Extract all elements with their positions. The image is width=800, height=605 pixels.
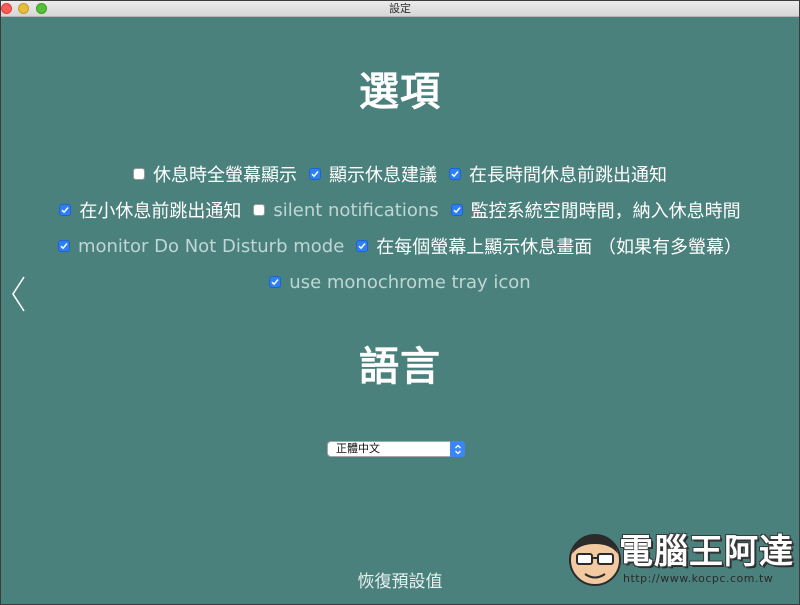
option-label: 顯示休息建議 [329,165,437,186]
checkbox-checked[interactable] [269,276,282,288]
title-bar[interactable]: 設定 [1,1,799,17]
options-row: monitor Do Not Disturb mode 在每個螢幕上顯示休息畫面 … [1,228,799,264]
option-label: 休息時全螢幕顯示 [153,165,297,186]
option-label: 在每個螢幕上顯示休息畫面 （如果有多螢幕） [376,237,743,258]
option-item[interactable]: 在小休息前跳出通知 [59,197,241,223]
option-item[interactable]: use monochrome tray icon [269,271,531,293]
checkbox-checked[interactable] [356,240,369,252]
checkbox-unchecked[interactable] [133,168,145,180]
watermark-url-text: http://www.kocpc.com.tw [623,572,774,585]
options-section-title: 選項 [359,69,441,115]
options-row: use monochrome tray icon [1,264,799,300]
mascot-face-icon [569,534,621,586]
settings-window: 設定 選項 休息時全螢幕顯示 顯示休息建議 在長時間休息前跳出通知在小休息前跳出通知… [0,0,800,605]
option-item[interactable]: monitor Do Not Disturb mode [57,235,345,257]
watermark-logo: 電腦王阿達 http://www.kocpc.com.tw [567,522,793,596]
watermark-brand-text: 電腦王阿達 [619,532,794,572]
checkbox-unchecked[interactable] [253,204,266,216]
option-item[interactable]: 在長時間休息前跳出通知 [449,161,667,187]
option-label: silent notifications [273,199,439,221]
option-item[interactable]: 顯示休息建議 [309,161,437,187]
option-item[interactable]: 休息時全螢幕顯示 [133,161,297,187]
language-section-title: 語言 [359,344,441,390]
checkbox-checked[interactable] [449,168,461,180]
checkbox-checked[interactable] [309,168,321,180]
checkbox-checked[interactable] [450,204,463,216]
language-select-value: 正體中文 [336,442,380,455]
option-item[interactable]: 監控系統空閒時間，納入休息時間 [450,197,741,223]
window-title: 設定 [389,2,411,15]
options-row: 休息時全螢幕顯示 顯示休息建議 在長時間休息前跳出通知 [1,156,799,192]
option-label: 在長時間休息前跳出通知 [469,165,667,186]
language-select[interactable]: 正體中文 [327,441,465,457]
options-row: 在小休息前跳出通知 silent notifications 監控系統空閒時間，納入… [1,192,799,228]
option-item[interactable]: silent notifications [253,199,439,221]
option-label: 監控系統空閒時間，納入休息時間 [470,201,741,222]
option-label: monitor Do Not Disturb mode [77,235,345,257]
checkbox-checked[interactable] [57,240,70,252]
option-label: use monochrome tray icon [289,271,531,293]
options-list: 休息時全螢幕顯示 顯示休息建議 在長時間休息前跳出通知在小休息前跳出通知 silent… [1,156,799,300]
checkbox-checked[interactable] [59,204,72,216]
option-item[interactable]: 在每個螢幕上顯示休息畫面 （如果有多螢幕） [356,233,742,259]
select-stepper-icon [450,441,465,457]
option-label: 在小休息前跳出通知 [79,201,242,222]
